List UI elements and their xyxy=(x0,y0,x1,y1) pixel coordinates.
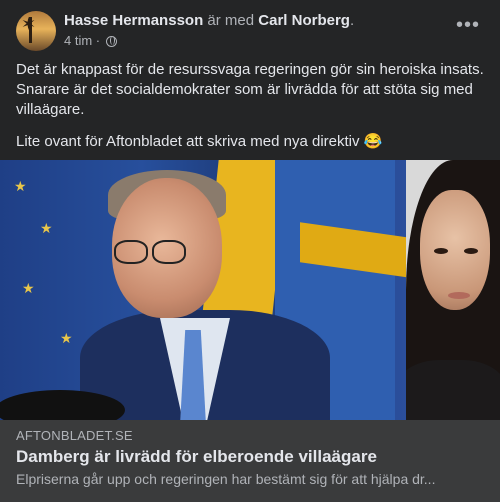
politician-photo: ★ ★ ★ ★ xyxy=(0,160,410,420)
woman-sweater xyxy=(406,360,500,420)
palm-tree-icon: ✶ xyxy=(21,14,37,34)
tagged-name[interactable]: Carl Norberg xyxy=(258,12,350,29)
post-header: ✶ Hasse Hermansson är med Carl Norberg. … xyxy=(16,11,484,51)
author-line: Hasse Hermansson är med Carl Norberg. xyxy=(64,12,354,29)
eu-star-icon: ★ xyxy=(22,280,35,296)
eu-star-icon: ★ xyxy=(40,220,53,236)
post-card: ✶ Hasse Hermansson är med Carl Norberg. … xyxy=(0,0,500,502)
post-text: Det är knappast för de resurssvaga reger… xyxy=(16,60,486,164)
meta-separator: · xyxy=(95,33,101,48)
post-meta: 4 tim · xyxy=(64,33,117,48)
tagged-suffix: . xyxy=(349,12,355,29)
more-options-button[interactable]: ••• xyxy=(452,15,484,47)
link-preview-caption[interactable]: AFTONBLADET.SE Damberg är livrädd för el… xyxy=(0,420,500,502)
woman-eye xyxy=(434,248,448,254)
woman-lips xyxy=(448,292,470,299)
eu-star-icon: ★ xyxy=(14,178,27,194)
post-time[interactable]: 4 tim xyxy=(64,33,92,48)
link-headline[interactable]: Damberg är livrädd för elberoende villaä… xyxy=(16,447,377,467)
post-paragraph-1: Det är knappast för de resurssvaga reger… xyxy=(16,61,484,118)
eu-star-icon: ★ xyxy=(60,330,73,346)
link-description: Elpriserna går upp och regeringen har be… xyxy=(16,471,436,487)
columnist-photo xyxy=(406,160,500,420)
globe-icon[interactable] xyxy=(105,36,117,47)
with-text: är med xyxy=(207,12,255,29)
link-preview-image[interactable]: ★ ★ ★ ★ xyxy=(0,160,500,420)
author-avatar[interactable]: ✶ xyxy=(16,11,56,51)
post-paragraph-2: Lite ovant för Aftonbladet att skriva me… xyxy=(16,133,383,150)
glasses xyxy=(108,240,224,266)
author-name[interactable]: Hasse Hermansson xyxy=(64,12,203,29)
woman-eye xyxy=(464,248,478,254)
link-domain: AFTONBLADET.SE xyxy=(16,428,133,443)
